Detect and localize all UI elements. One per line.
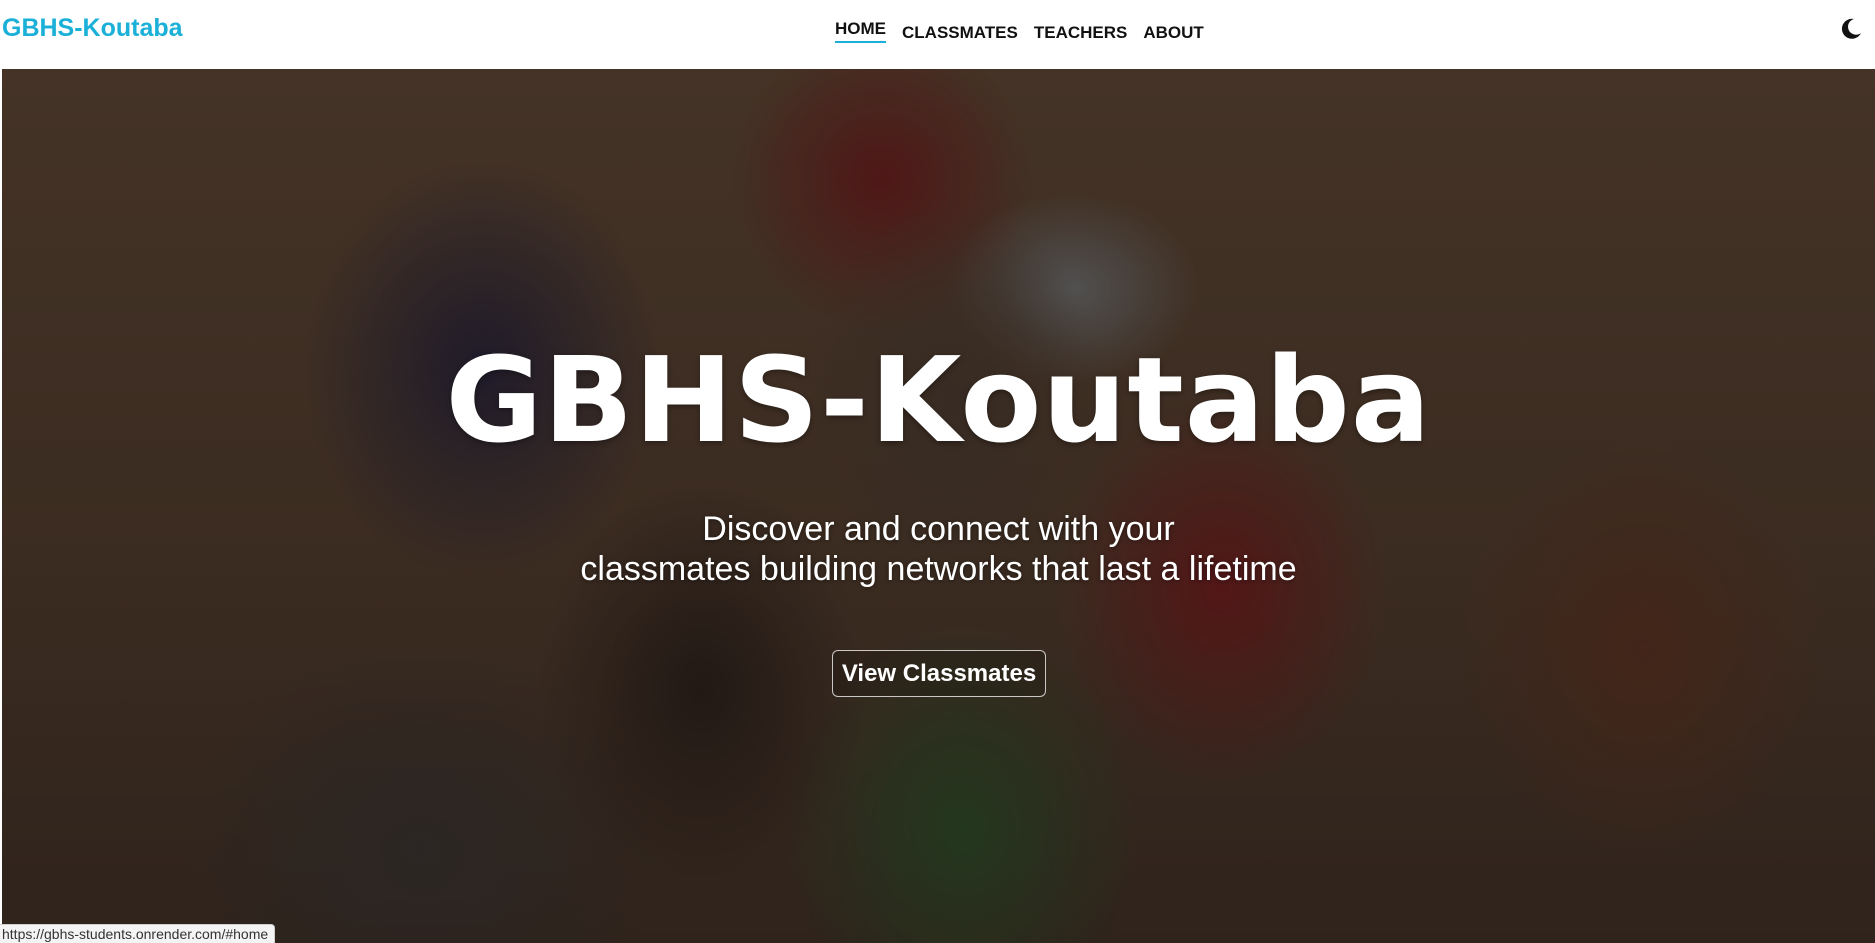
brand-logo-link[interactable]: GBHS-Koutaba [2,14,183,43]
navbar: GBHS-Koutaba HOME CLASSMATES TEACHERS AB… [0,0,1875,69]
nav-link-classmates[interactable]: CLASSMATES [902,23,1018,47]
hero-subtitle: Discover and connect with your classmate… [2,509,1875,589]
nav-links: HOME CLASSMATES TEACHERS ABOUT [835,0,1204,69]
nav-link-about[interactable]: ABOUT [1143,23,1203,47]
theme-toggle-button[interactable] [1838,16,1864,42]
view-classmates-button[interactable]: View Classmates [832,650,1046,697]
moon-icon [1841,18,1861,39]
hero-subtitle-line-2: classmates building networks that last a… [580,550,1297,588]
nav-link-teachers[interactable]: TEACHERS [1034,23,1128,47]
hero-section: GBHS-Koutaba Discover and connect with y… [2,69,1875,943]
hero-subtitle-line-1: Discover and connect with your [702,510,1175,548]
hero-background-photo [2,69,1875,943]
hero-title: GBHS-Koutaba [445,331,1432,469]
link-status-bar: https://gbhs-students.onrender.com/#home [0,924,276,943]
nav-link-home[interactable]: HOME [835,19,886,43]
